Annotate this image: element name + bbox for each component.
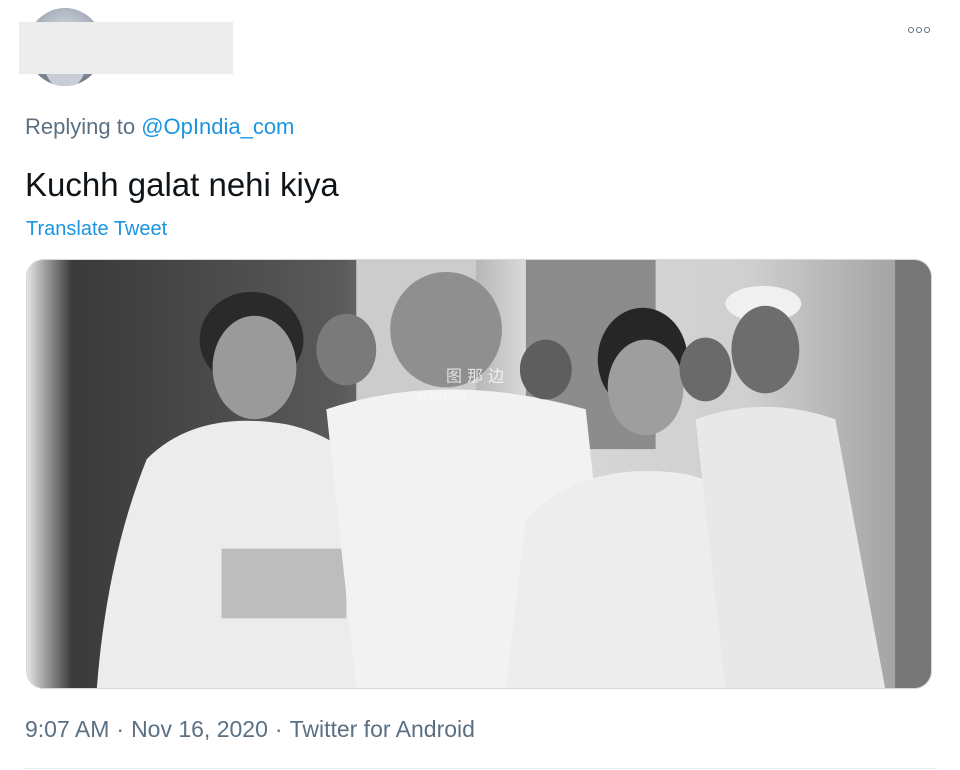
- tweet-time[interactable]: 9:07 AM: [25, 716, 109, 742]
- redacted-user-name: [19, 22, 233, 74]
- tweet-date[interactable]: Nov 16, 2020: [131, 716, 268, 742]
- watermark-latin: Hinablan: [418, 389, 467, 402]
- dot: [908, 27, 914, 33]
- replying-to-line: Replying to @OpIndia_com: [25, 114, 294, 140]
- tweet-metadata: 9:07 AM · Nov 16, 2020 · Twitter for Android: [25, 716, 475, 743]
- tweet-card: Replying to @OpIndia_com Kuchh galat neh…: [0, 0, 960, 770]
- more-horizontal-icon: [908, 27, 930, 33]
- watermark-cjk: 图 那 边: [446, 366, 504, 385]
- tweet-source[interactable]: Twitter for Android: [290, 716, 475, 742]
- meta-separator: ·: [116, 716, 125, 742]
- meta-separator: ·: [274, 716, 283, 742]
- translate-tweet-link[interactable]: Translate Tweet: [26, 218, 167, 241]
- tweet-text: Kuchh galat nehi kiya: [25, 166, 339, 203]
- more-options-button[interactable]: [902, 20, 936, 40]
- tweet-photo[interactable]: 图 那 边 Hinablan: [26, 259, 932, 689]
- divider: [25, 768, 935, 769]
- dot: [924, 27, 930, 33]
- photo-illustration: 图 那 边 Hinablan: [27, 260, 931, 688]
- mention-link[interactable]: @OpIndia_com: [141, 114, 294, 139]
- replying-prefix: Replying to: [25, 114, 136, 139]
- dot: [916, 27, 922, 33]
